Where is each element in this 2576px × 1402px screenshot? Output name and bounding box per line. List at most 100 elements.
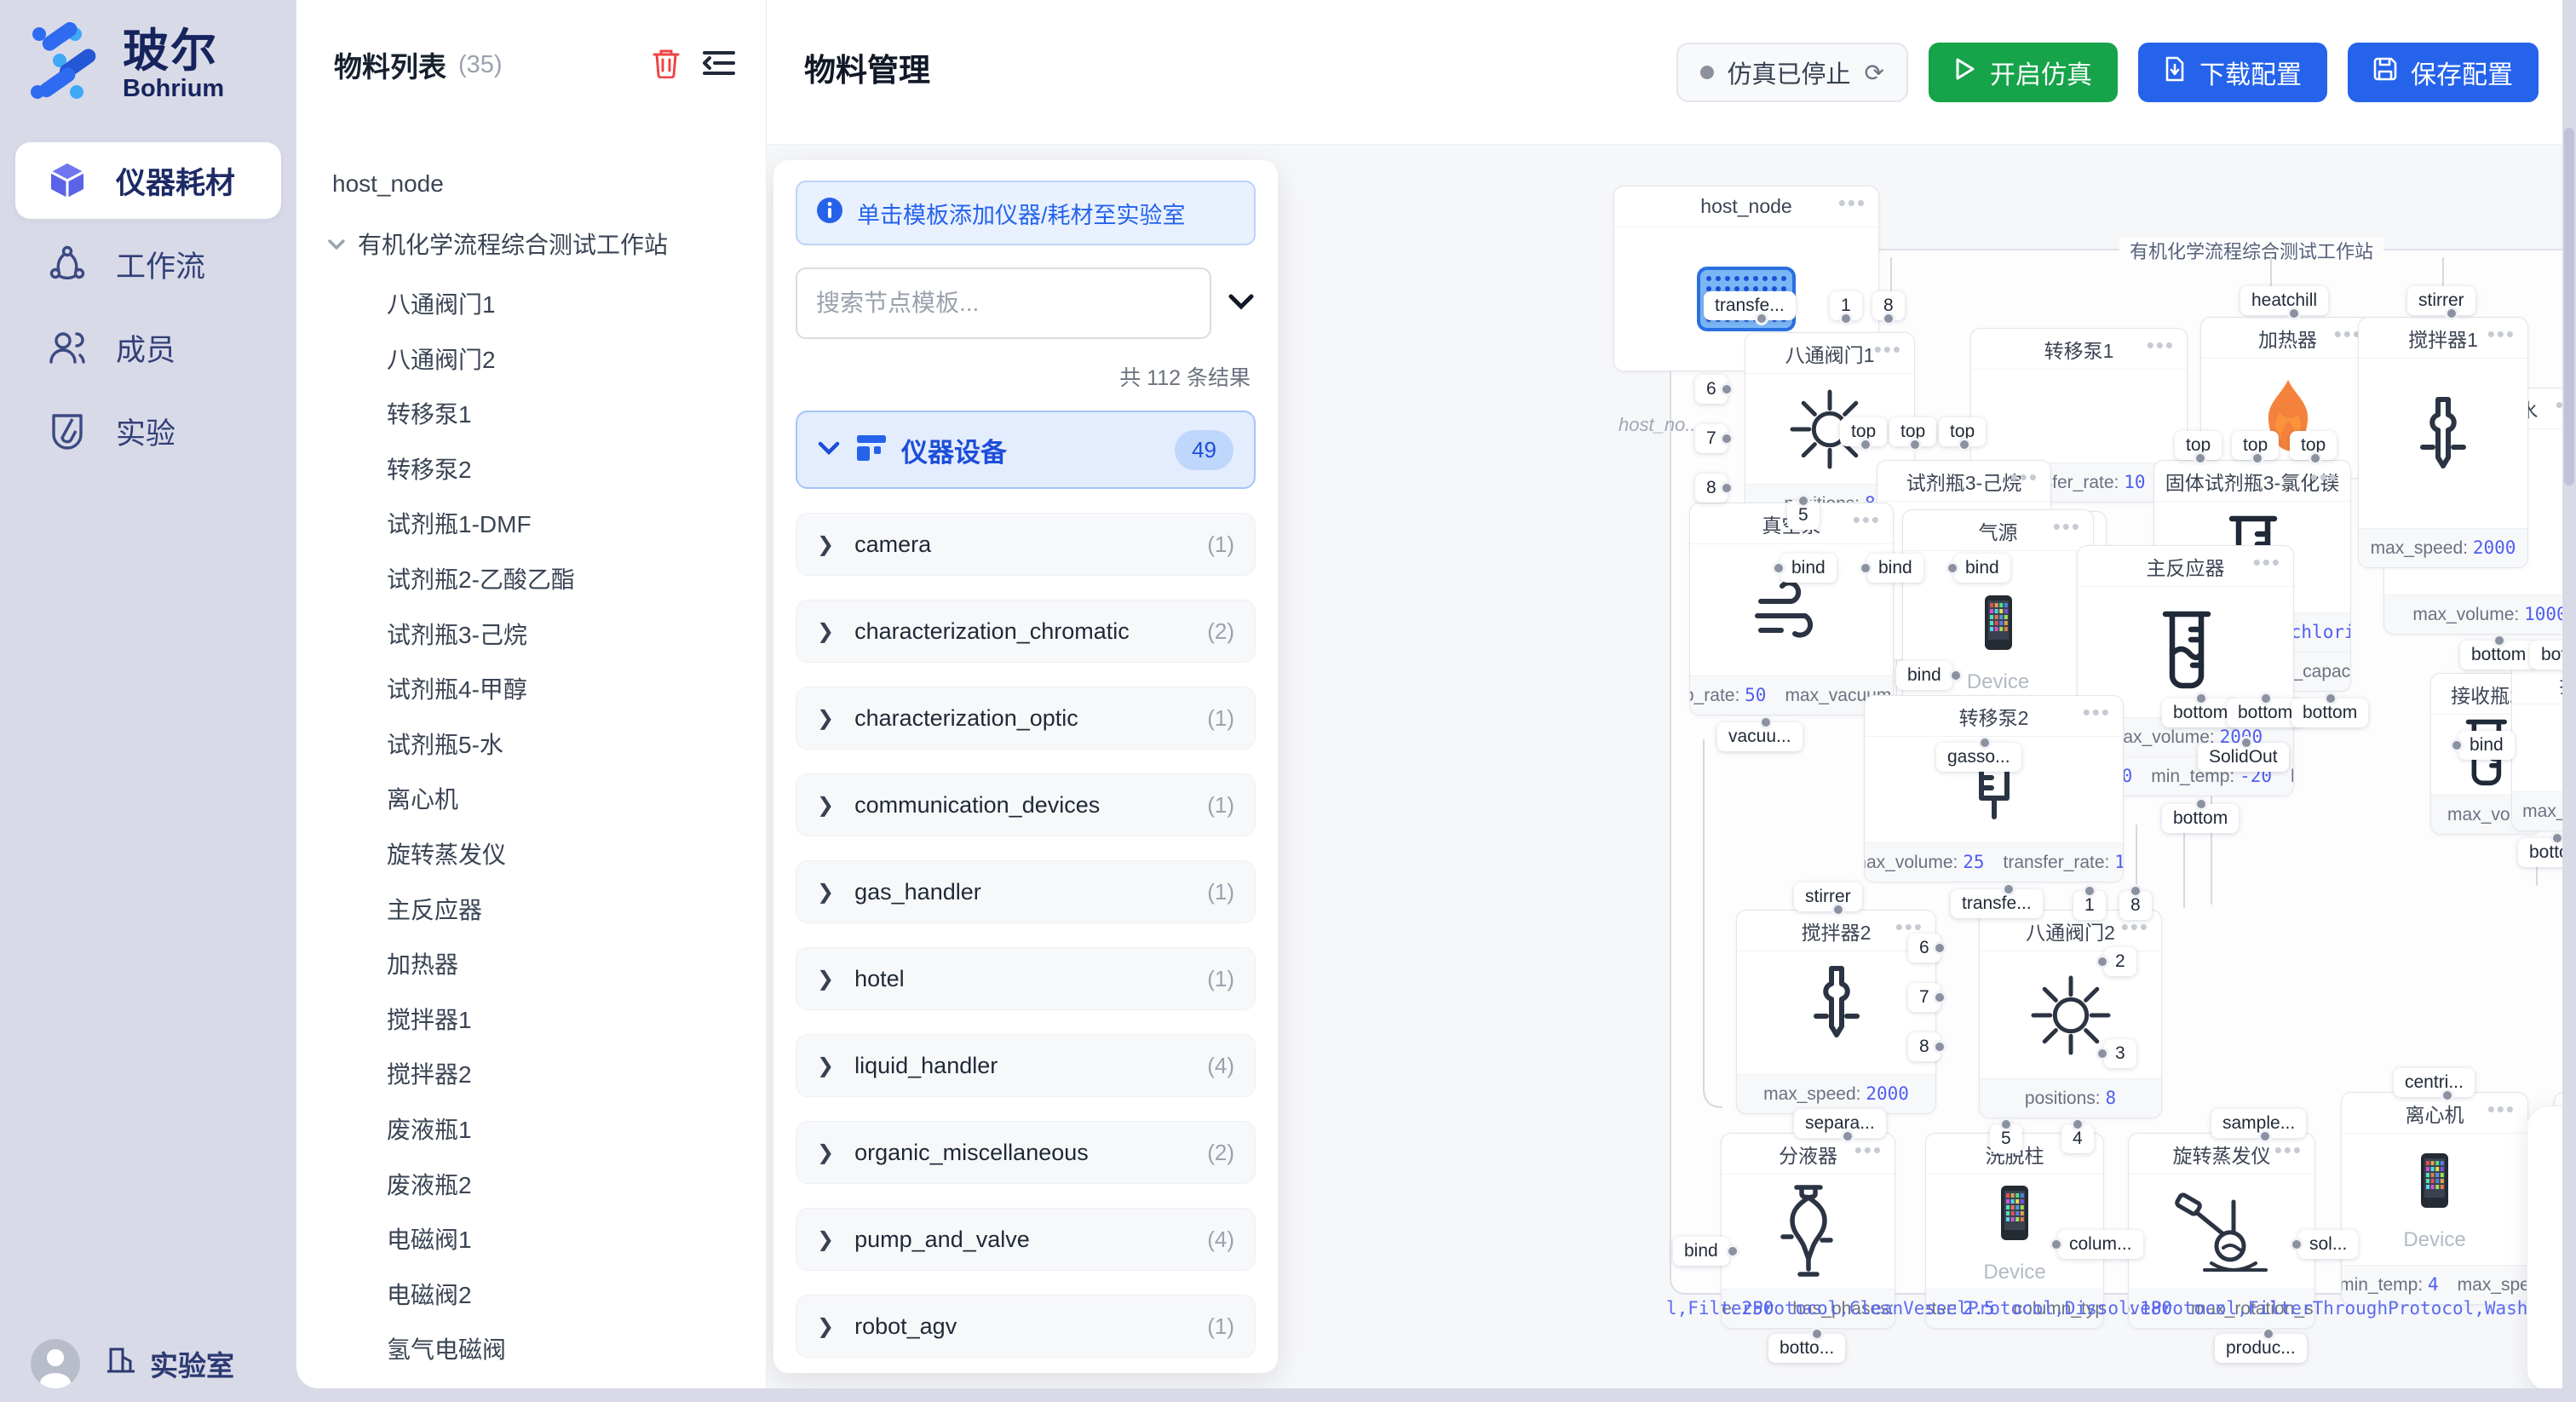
node-menu-icon[interactable]: ••• [2310, 464, 2338, 491]
tree-item[interactable]: 氢气电磁阀 [296, 1323, 767, 1374]
category-grid-icon [857, 435, 886, 465]
template-item-characterization_chromatic[interactable]: ❯characterization_chromatic(2) [796, 600, 1256, 663]
node-menu-icon[interactable]: ••• [2147, 332, 2175, 359]
port-chip-bind: bind [1780, 554, 1837, 583]
chevron-right-icon: ❯ [817, 793, 834, 818]
tree-item[interactable]: 废液瓶2 [296, 1158, 767, 1210]
chevron-right-icon: ❯ [817, 967, 834, 991]
template-item-communication_devices[interactable]: ❯communication_devices(1) [796, 773, 1256, 836]
node-menu-icon[interactable]: ••• [1838, 190, 1866, 216]
node-menu-icon[interactable]: ••• [2053, 514, 2081, 540]
port-dot [2096, 955, 2109, 968]
template-item-pump_and_valve[interactable]: ❯pump_and_valve(4) [796, 1208, 1256, 1271]
sidebar-item-members[interactable]: 成员 [15, 309, 281, 386]
tree-item[interactable]: 试剂瓶3-己烷 [296, 608, 767, 659]
vertical-scrollbar[interactable] [2562, 0, 2576, 1402]
node-menu-icon[interactable]: ••• [2556, 392, 2562, 418]
tree-item[interactable]: 真空泵 [296, 1378, 767, 1388]
node-加热器[interactable]: 加热器••• [2200, 317, 2375, 479]
tree-group-workstation[interactable]: 有机化学流程综合测试工作站 [296, 218, 767, 269]
node-搅拌器1[interactable]: 搅拌器1•••max_speed: 2000 [2358, 317, 2528, 568]
tree-item[interactable]: 转移泵1 [296, 388, 767, 439]
materials-tree: host_node 有机化学流程综合测试工作站八通阀门1八通阀门2转移泵1转移泵2… [296, 136, 767, 1388]
node-menu-icon[interactable]: ••• [2487, 321, 2516, 348]
download-config-button[interactable]: 下载配置 [2138, 43, 2327, 102]
node-menu-icon[interactable]: ••• [1854, 1137, 1883, 1164]
chevron-right-icon: ❯ [817, 880, 834, 905]
tree-item[interactable]: 搅拌器2 [296, 1048, 767, 1099]
download-icon [2164, 56, 2186, 89]
node-搅拌器2[interactable]: 搅拌器2•••max_speed: 2000 [1736, 910, 1936, 1114]
node-menu-icon[interactable]: ••• [2253, 549, 2281, 576]
tree-item-host-node[interactable]: host_node [296, 158, 767, 210]
materials-count: (35) [458, 51, 503, 79]
port-dot [2287, 307, 2301, 320]
template-item-hotel[interactable]: ❯hotel(1) [796, 947, 1256, 1010]
tree-item[interactable]: 八通阀门2 [296, 333, 767, 384]
refresh-icon[interactable]: ⟳ [1865, 59, 1884, 87]
node-离心机[interactable]: 离心机•••Devicemin_temp: 4max_spe [2341, 1092, 2528, 1305]
avatar[interactable] [31, 1339, 80, 1388]
port-chip-heatchill: heatchill [2240, 286, 2328, 315]
node-接收瓶3[interactable]: 接收瓶3•••max_volume: 250 [2511, 663, 2562, 831]
template-banner: 单击模板添加仪器/耗材至实验室 [796, 181, 1256, 245]
sim-status-pill[interactable]: 仿真已停止 ⟳ [1676, 43, 1908, 102]
start-simulation-button[interactable]: 开启仿真 [1929, 43, 2118, 102]
tree-item[interactable]: 电磁阀2 [296, 1268, 767, 1319]
tree-item[interactable]: 试剂瓶1-DMF [296, 497, 767, 549]
category-count-badge: 49 [1175, 430, 1233, 470]
collapse-list-icon[interactable] [703, 49, 735, 82]
node-menu-icon[interactable]: ••• [2083, 699, 2111, 726]
port-chip-transfe: transfe... [1951, 889, 2043, 918]
tree-item[interactable]: 转移泵2 [296, 443, 767, 494]
flow-canvas[interactable]: 有机化学流程综合测试工作站 host_no.. host_node•••八通阀门… [767, 145, 2562, 1388]
template-item-organic_miscellaneous[interactable]: ❯organic_miscellaneous(2) [796, 1121, 1256, 1184]
node-八通阀门2[interactable]: 八通阀门2•••positions: 8 [1979, 910, 2162, 1118]
node-menu-icon[interactable]: ••• [2274, 1137, 2303, 1164]
tree-item[interactable]: 电磁阀1 [296, 1213, 767, 1264]
search-input[interactable] [796, 267, 1211, 339]
tree-item[interactable]: 离心机 [296, 773, 767, 824]
logo-title: 玻尔 [123, 27, 224, 75]
template-item-camera[interactable]: ❯camera(1) [796, 513, 1256, 576]
node-menu-icon[interactable]: ••• [2010, 464, 2038, 491]
port-dot [1772, 561, 1785, 575]
tree-item[interactable]: 主反应器 [296, 883, 767, 934]
category-instruments[interactable]: 仪器设备 49 [796, 411, 1256, 489]
port-dot [1810, 1327, 1824, 1341]
tree-item[interactable]: 搅拌器1 [296, 993, 767, 1044]
sidebar-item-cube[interactable]: 仪器耗材 [15, 142, 281, 219]
template-item-liquid_handler[interactable]: ❯liquid_handler(4) [796, 1034, 1256, 1097]
port-dot [1831, 903, 1845, 916]
tree-item[interactable]: 试剂瓶4-甲醇 [296, 663, 767, 714]
tree-item[interactable]: 八通阀门1 [296, 278, 767, 329]
port-chip-bind: bind [1673, 1237, 1729, 1266]
node-转移泵2[interactable]: 转移泵2•••max_volume: 25transfer_rate: 10 [1864, 695, 2124, 882]
node-menu-icon[interactable]: ••• [1853, 507, 1881, 533]
port-dot [1933, 941, 1946, 955]
content-shell: 物料列表 (35) host_node有机化学流程综合测试工作站八通阀门1八通阀… [296, 0, 2562, 1388]
save-config-button[interactable]: 保存配置 [2348, 43, 2539, 102]
chevron-down-icon[interactable] [1227, 291, 1256, 316]
workflow-icon [48, 244, 87, 284]
info-icon [816, 197, 843, 230]
sidebar-item-experiment[interactable]: 实验 [15, 393, 281, 469]
sidebar-footer[interactable]: 实验室 [0, 1339, 296, 1388]
chevron-down-icon[interactable] [327, 230, 346, 257]
minimap[interactable] [2527, 1106, 2562, 1388]
template-item-gas_handler[interactable]: ❯gas_handler(1) [796, 860, 1256, 923]
trash-icon[interactable] [652, 48, 681, 83]
template-item-robot_agv[interactable]: ❯robot_agv(1) [796, 1295, 1256, 1358]
sidebar-item-workflow[interactable]: 工作流 [15, 226, 281, 302]
tree-item[interactable]: 试剂瓶5-水 [296, 718, 767, 769]
tree-item[interactable]: 试剂瓶2-乙酸乙酯 [296, 553, 767, 604]
sidebar-nav: 仪器耗材工作流成员实验 [0, 142, 296, 469]
tree-item[interactable]: 加热器 [296, 938, 767, 989]
template-item-characterization_optic[interactable]: ❯characterization_optic(1) [796, 687, 1256, 750]
node-menu-icon[interactable]: ••• [2487, 1096, 2516, 1123]
node-真空泵[interactable]: 真空泵•••pump_rate: 50max_vacuum: 0.1 [1689, 503, 1894, 715]
tree-item[interactable]: 旋转蒸发仪 [296, 828, 767, 879]
tree-item[interactable]: 废液瓶1 [296, 1103, 767, 1154]
main-header: 物料管理 仿真已停止 ⟳ 开启仿真 下载配置 [767, 0, 2562, 145]
node-menu-icon[interactable]: ••• [1874, 336, 1902, 363]
